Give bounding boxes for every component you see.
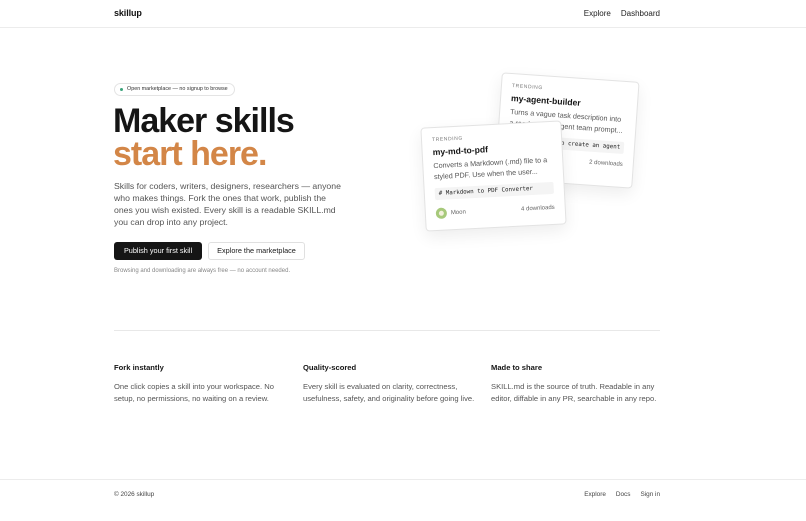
card-skill-name: my-md-to-pdf bbox=[432, 144, 489, 158]
card-downloads: 2 downloads bbox=[588, 159, 623, 168]
feature-fork-instantly: Fork instantly One click copies a skill … bbox=[114, 363, 286, 405]
nav-explore-link[interactable]: Explore bbox=[584, 9, 611, 18]
badge-text: Open marketplace — no signup to browse bbox=[127, 86, 228, 92]
card-footer: Moon 4 downloads bbox=[435, 202, 555, 220]
status-dot-icon bbox=[120, 88, 123, 91]
hero-title-line2: start here. bbox=[113, 135, 267, 173]
hero-title-line1: Maker skills bbox=[113, 102, 295, 140]
top-nav: Explore Dashboard bbox=[584, 9, 660, 18]
feature-quality-scored: Quality-scored Every skill is evaluated … bbox=[303, 363, 475, 405]
footer-docs-link[interactable]: Docs bbox=[616, 491, 631, 498]
skill-card-my-md-to-pdf[interactable]: TRENDING my-md-to-pdf Converts a Markdow… bbox=[420, 120, 567, 232]
copyright: © 2026 skillup bbox=[114, 491, 155, 498]
footer-signin-link[interactable]: Sign in bbox=[640, 491, 660, 498]
logo[interactable]: skillup bbox=[114, 8, 142, 18]
feature-title: Made to share bbox=[491, 363, 543, 372]
card-skill-description: Converts a Markdown (.md) file to a styl… bbox=[433, 155, 548, 181]
feature-body: One click copies a skill into your works… bbox=[114, 382, 274, 403]
hero-description: Skills for coders, writers, designers, r… bbox=[114, 181, 341, 227]
open-marketplace-badge: Open marketplace — no signup to browse bbox=[114, 83, 235, 96]
free-browsing-note: Browsing and downloading are always free… bbox=[114, 268, 291, 274]
section-divider bbox=[114, 330, 660, 331]
footer-links: Explore Docs Sign in bbox=[584, 491, 660, 498]
page-footer: © 2026 skillup Explore Docs Sign in bbox=[0, 479, 806, 521]
top-header: skillup Explore Dashboard bbox=[0, 0, 806, 28]
nav-dashboard-link[interactable]: Dashboard bbox=[621, 9, 660, 18]
feature-made-to-share: Made to share SKILL.md is the source of … bbox=[491, 363, 663, 405]
feature-body: SKILL.md is the source of truth. Readabl… bbox=[491, 382, 657, 403]
feature-title: Fork instantly bbox=[114, 363, 164, 372]
card-code-snippet: # Markdown to PDF Converter bbox=[434, 181, 555, 201]
card-author: Moon bbox=[435, 207, 467, 220]
explore-marketplace-button[interactable]: Explore the marketplace bbox=[208, 242, 305, 260]
card-downloads: 4 downloads bbox=[520, 204, 555, 213]
author-avatar-icon bbox=[435, 207, 448, 220]
feature-title: Quality-scored bbox=[303, 363, 357, 372]
publish-skill-button[interactable]: Publish your first skill bbox=[114, 242, 202, 260]
footer-explore-link[interactable]: Explore bbox=[584, 491, 606, 498]
card-author-name: Moon bbox=[450, 208, 467, 216]
feature-body: Every skill is evaluated on clarity, cor… bbox=[303, 382, 475, 403]
